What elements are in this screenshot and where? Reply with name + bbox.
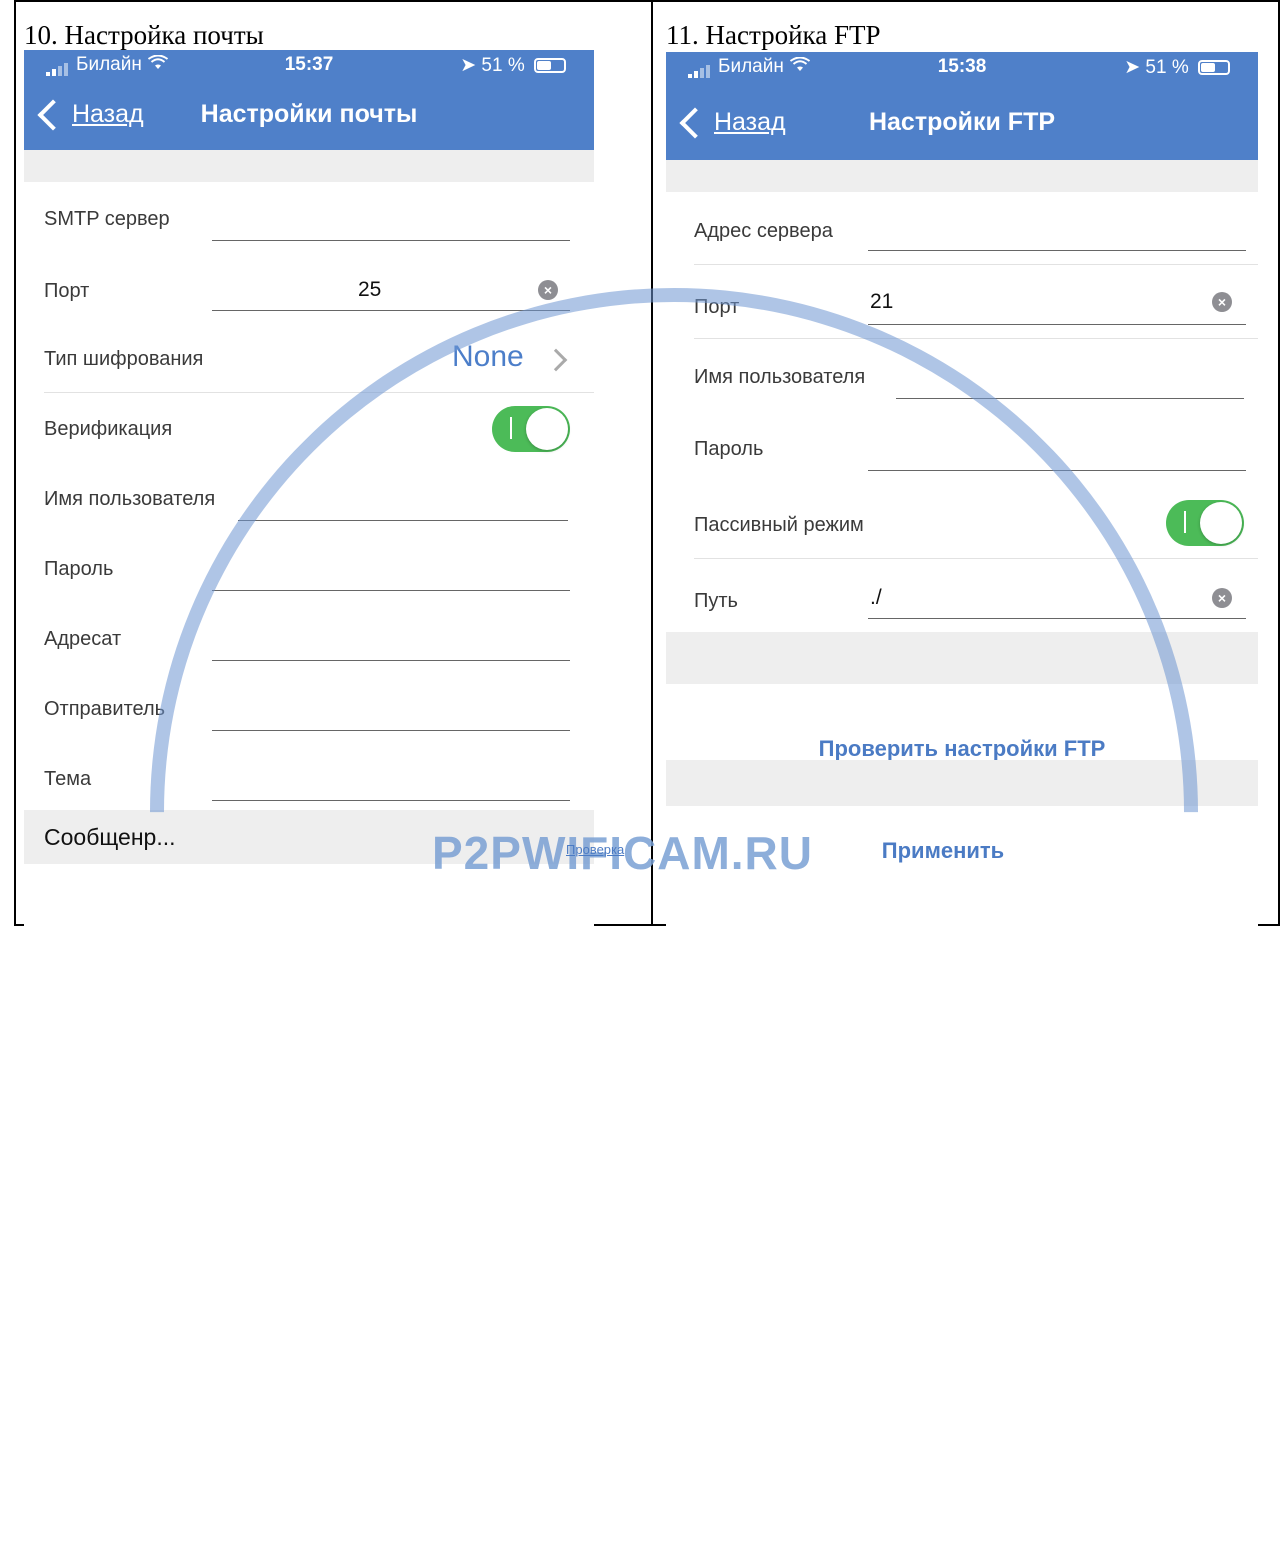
passive-mode-toggle[interactable] xyxy=(1166,500,1244,546)
username-input[interactable] xyxy=(238,520,568,521)
server-input[interactable] xyxy=(868,250,1246,251)
username-label: Имя пользователя xyxy=(694,366,866,388)
recipient-input[interactable] xyxy=(212,660,570,661)
nav-bar: Назад Настройки почты xyxy=(24,94,594,142)
left-caption: 10. Настройка почты xyxy=(24,20,264,50)
row-separator xyxy=(44,392,594,393)
page-title: Настройки почты xyxy=(200,100,418,128)
encryption-value[interactable]: None xyxy=(452,340,524,374)
smtp-input[interactable] xyxy=(212,240,570,241)
status-bar: Билайн 15:37 ➤ 51 % xyxy=(24,50,594,82)
section-spacer xyxy=(666,160,1258,192)
verification-label: Верификация xyxy=(44,418,173,440)
port-label: Порт xyxy=(694,296,740,318)
top-bar: Билайн 15:37 ➤ 51 % Назад Настройки почт… xyxy=(24,50,594,150)
clear-icon[interactable]: × xyxy=(538,280,558,300)
path-input[interactable] xyxy=(868,618,1246,619)
status-bar: Билайн 15:38 ➤ 51 % xyxy=(666,52,1258,84)
section-spacer xyxy=(666,632,1258,684)
nav-bar: Назад Настройки FTP xyxy=(666,102,1258,150)
clear-icon[interactable]: × xyxy=(1212,588,1232,608)
password-input[interactable] xyxy=(212,590,570,591)
check-link[interactable]: Проверка xyxy=(566,842,624,857)
battery-percent: 51 % xyxy=(481,55,525,76)
mail-settings-screen: Билайн 15:37 ➤ 51 % Назад Настройки почт… xyxy=(24,50,594,926)
table-divider xyxy=(651,0,653,926)
sender-label: Отправитель xyxy=(44,698,166,720)
battery-percent: 51 % xyxy=(1145,57,1189,78)
port-label: Порт xyxy=(44,280,90,302)
chevron-right-icon[interactable] xyxy=(544,348,568,372)
right-caption: 11. Настройка FTP xyxy=(666,20,881,50)
port-input[interactable] xyxy=(868,324,1246,325)
passive-mode-label: Пассивный режим xyxy=(694,514,864,536)
verification-toggle[interactable] xyxy=(492,406,570,452)
password-input[interactable] xyxy=(868,470,1246,471)
check-ftp-button[interactable]: Проверить настройки FTP xyxy=(666,736,1258,762)
page-title: Настройки FTP xyxy=(868,108,1056,136)
smtp-label: SMTP сервер xyxy=(44,208,170,230)
password-label: Пароль xyxy=(694,438,764,460)
location-icon: ➤ xyxy=(1124,57,1141,78)
port-value[interactable]: 25 xyxy=(358,278,381,302)
battery-icon xyxy=(1198,60,1230,76)
password-label: Пароль xyxy=(44,558,114,580)
subject-label: Тема xyxy=(44,768,92,790)
port-input[interactable] xyxy=(212,310,570,311)
row-separator xyxy=(694,558,1258,559)
recipient-label: Адресат xyxy=(44,628,122,650)
server-label: Адрес сервера xyxy=(694,220,833,242)
path-label: Путь xyxy=(694,590,738,612)
row-separator xyxy=(694,338,1258,339)
port-value[interactable]: 21 xyxy=(870,290,893,314)
path-value[interactable]: ./ xyxy=(870,586,882,610)
subject-input[interactable] xyxy=(212,800,570,801)
username-label: Имя пользователя xyxy=(44,488,216,510)
username-input[interactable] xyxy=(896,398,1244,399)
message-label[interactable]: Сообщенр... xyxy=(44,824,176,851)
battery-icon xyxy=(534,58,566,74)
ftp-settings-screen: Билайн 15:38 ➤ 51 % Назад Настройки FTP … xyxy=(666,52,1258,926)
encryption-label: Тип шифрования xyxy=(44,348,204,370)
row-separator xyxy=(694,264,1258,265)
sender-input[interactable] xyxy=(212,730,570,731)
top-bar: Билайн 15:38 ➤ 51 % Назад Настройки FTP xyxy=(666,52,1258,160)
clear-icon[interactable]: × xyxy=(1212,292,1232,312)
location-icon: ➤ xyxy=(460,55,477,76)
section-spacer xyxy=(666,760,1258,806)
section-spacer xyxy=(24,150,594,182)
